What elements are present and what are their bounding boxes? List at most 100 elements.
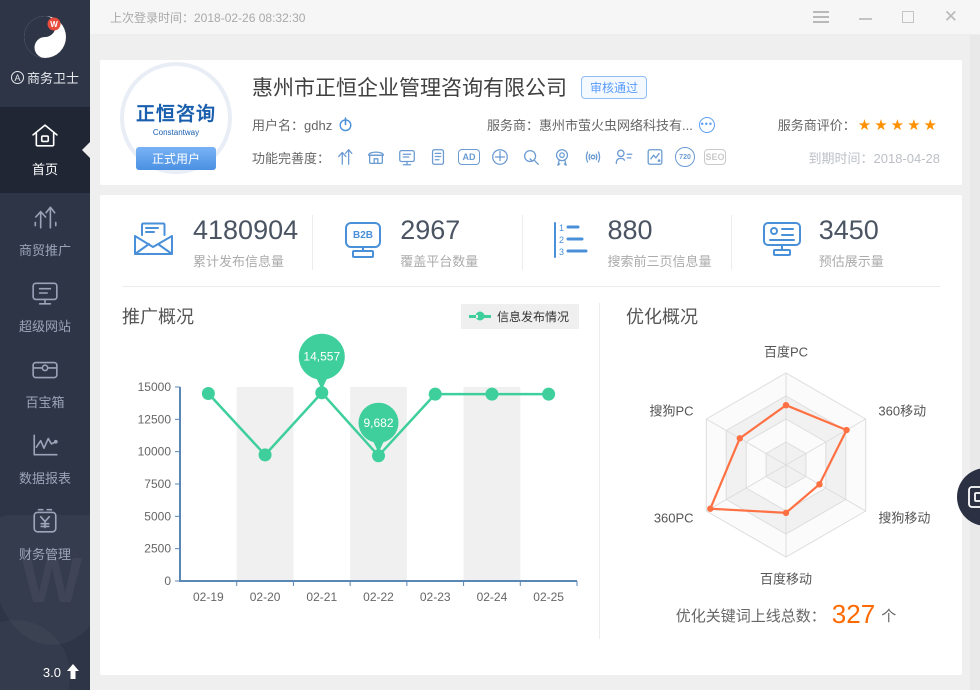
svg-text:1: 1 [559, 223, 564, 233]
sidebar-item-trade-promotion[interactable]: 商贸推广 [0, 193, 90, 269]
optimization-overview-panel: 优化概况 百度PC360移动搜狗移动百度移动360PC搜狗PC 优化关键词上线总… [600, 303, 946, 639]
feature-ad-icon[interactable]: AD [458, 149, 480, 165]
company-logo-subtext: Constantway [153, 128, 199, 137]
window-controls: ✕ [813, 7, 980, 27]
legend-marker-icon [469, 315, 491, 318]
panel-title: 推广概况 [122, 303, 194, 329]
feature-monitor-icon[interactable] [396, 146, 418, 168]
radar-chart[interactable]: 百度PC360移动搜狗移动百度移动360PC搜狗PC [626, 335, 946, 597]
power-icon[interactable] [338, 117, 353, 132]
sidebar-item-label: 首页 [32, 159, 58, 178]
sidebar-item-super-website[interactable]: 超级网站 [0, 269, 90, 345]
company-name: 惠州市正恒企业管理咨询有限公司 [252, 72, 567, 102]
stat-label: 累计发布信息量 [193, 251, 298, 270]
brand-name: A 商务卫士 [0, 68, 90, 87]
keyword-total-line: 优化关键词上线总数：327个 [626, 599, 946, 630]
svg-text:W: W [50, 20, 58, 29]
user-type-ribbon: 正式用户 [136, 147, 216, 170]
version-indicator[interactable]: 3.0 [43, 664, 80, 680]
upgrade-arrow-icon [66, 664, 80, 680]
sidebar-nav: 首页 商贸推广 超级网站 [0, 107, 90, 573]
svg-text:搜狗PC: 搜狗PC [650, 404, 694, 419]
sidebar-item-label: 商贸推广 [19, 240, 71, 259]
panel-title: 优化概况 [626, 303, 698, 329]
feature-chart-card-icon[interactable] [644, 146, 666, 168]
maximize-icon[interactable] [902, 11, 914, 23]
provider-field: 服务商：惠州市萤火虫网络科技有... ••• [487, 115, 715, 134]
svg-text:10000: 10000 [138, 445, 172, 459]
envelope-icon [132, 221, 178, 264]
svg-text:百度移动: 百度移动 [760, 572, 812, 587]
line-legend[interactable]: 信息发布情况 [461, 304, 579, 329]
svg-text:9,682: 9,682 [363, 416, 393, 430]
svg-text:7500: 7500 [144, 477, 171, 491]
stat-published-info: 4180904 累计发布信息量 [122, 215, 312, 270]
main-content: 正恒咨询 Constantway 正式用户 惠州市正恒企业管理咨询有限公司 审核… [90, 35, 980, 690]
report-chart-icon [31, 432, 59, 461]
feature-seo-icon[interactable]: SEO [704, 149, 726, 165]
line-chart[interactable]: 025005000750010000125001500002-1902-2002… [122, 329, 592, 625]
feature-contact-icon[interactable] [613, 146, 635, 168]
promotion-arrows-icon [31, 204, 59, 233]
minimize-icon[interactable] [859, 14, 872, 20]
svg-text:12500: 12500 [138, 412, 172, 426]
feature-document-icon[interactable] [427, 146, 449, 168]
stat-value: 3450 [819, 215, 884, 246]
feature-shop-icon[interactable] [365, 146, 387, 168]
svg-text:搜狗移动: 搜狗移动 [878, 510, 930, 525]
sidebar-item-label: 超级网站 [19, 316, 71, 335]
stat-value: 2967 [400, 215, 478, 246]
svg-text:02-22: 02-22 [363, 590, 394, 604]
sidebar-item-home[interactable]: 首页 [0, 107, 90, 193]
svg-text:02-24: 02-24 [477, 590, 508, 604]
feature-panorama-icon[interactable]: 720 [675, 147, 695, 167]
last-login-time: 上次登录时间：2018-02-26 08:32:30 [110, 9, 305, 26]
stat-label: 覆盖平台数量 [400, 251, 478, 270]
company-logo-text: 正恒咨询 [136, 99, 216, 126]
svg-text:2: 2 [559, 235, 564, 245]
svg-text:02-23: 02-23 [420, 590, 451, 604]
b2b-monitor-icon: B2B [341, 221, 385, 264]
sidebar-item-data-report[interactable]: 数据报表 [0, 421, 90, 497]
provider-rating: 服务商评价： ★★★★★ [778, 115, 940, 134]
home-icon [30, 123, 60, 152]
stat-top3-pages: 1 2 3 880 搜索前三页信息量 [522, 215, 731, 270]
feature-search-icon[interactable] [520, 146, 542, 168]
dashboard-card: 4180904 累计发布信息量 B2B 2967 覆盖平台数量 [100, 195, 962, 675]
stat-platform-coverage: B2B 2967 覆盖平台数量 [312, 215, 521, 270]
brand-badge-icon: A [11, 71, 24, 84]
feature-gauge-icon[interactable] [489, 146, 511, 168]
svg-text:02-21: 02-21 [306, 590, 337, 604]
feature-medal-icon[interactable] [551, 146, 573, 168]
svg-text:02-20: 02-20 [250, 590, 281, 604]
sidebar-item-label: 数据报表 [19, 468, 71, 487]
sidebar: W A 商务卫士 首页 [0, 0, 90, 690]
stat-value: 880 [608, 215, 712, 246]
sidebar-item-toolbox[interactable]: 百宝箱 [0, 345, 90, 421]
stat-label: 预估展示量 [819, 251, 884, 270]
display-screen-icon [760, 221, 804, 264]
provider-more-icon[interactable]: ••• [699, 117, 715, 133]
charts-row: 推广概况 信息发布情况 0250050007500100001250015000… [122, 287, 940, 639]
menu-icon[interactable] [813, 11, 829, 23]
company-avatar[interactable]: 正恒咨询 Constantway 正式用户 [116, 62, 236, 182]
topbar: 上次登录时间：2018-02-26 08:32:30 ✕ [90, 0, 980, 35]
version-label: 3.0 [43, 665, 61, 680]
feature-broadcast-icon[interactable] [582, 146, 604, 168]
feature-promotion-icon[interactable] [334, 146, 356, 168]
app-brand: W A 商务卫士 [0, 0, 90, 99]
feature-icons-row: AD 720 SEO [334, 146, 726, 168]
close-icon[interactable]: ✕ [944, 7, 958, 27]
star-rating-icons: ★★★★★ [858, 116, 940, 134]
stat-value: 4180904 [193, 215, 298, 246]
company-header-card: 正恒咨询 Constantway 正式用户 惠州市正恒企业管理咨询有限公司 审核… [100, 60, 962, 185]
username-field: 用户名：gdhz [252, 115, 487, 134]
svg-text:5000: 5000 [144, 509, 171, 523]
scrollbar-track[interactable] [970, 35, 980, 690]
stat-estimated-display: 3450 预估展示量 [731, 215, 940, 270]
sidebar-item-label: 百宝箱 [25, 392, 64, 411]
keyword-total-value: 327 [832, 599, 875, 629]
monitor-icon [31, 280, 59, 309]
svg-text:15000: 15000 [138, 380, 172, 394]
svg-text:02-25: 02-25 [533, 590, 564, 604]
